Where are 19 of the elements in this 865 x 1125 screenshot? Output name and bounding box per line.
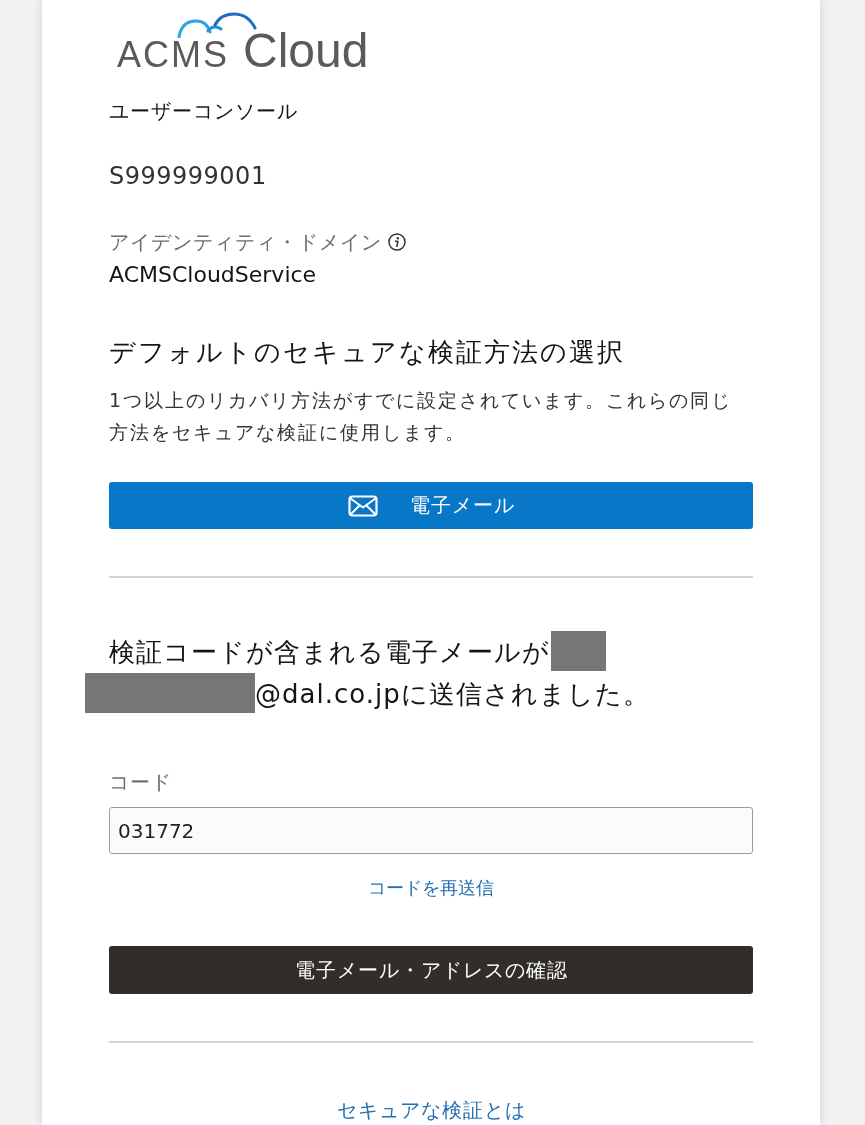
- code-input[interactable]: 031772: [109, 807, 753, 854]
- section-description: 1つ以上のリカバリ方法がすでに設定されています。これらの同じ方法をセキュアな検証に使用します。: [109, 388, 734, 445]
- logo-text: ACMS: [117, 37, 229, 73]
- redaction-block: [551, 631, 606, 671]
- account-id: S999999001: [109, 161, 268, 192]
- section-heading: デフォルトのセキュアな検証方法の選択: [109, 336, 626, 369]
- email-method-button[interactable]: 電子メール: [109, 482, 753, 529]
- console-title: ユーザーコンソール: [109, 98, 299, 125]
- envelope-icon: [347, 494, 378, 517]
- message-text: 検証コードが含まれる電子メールが: [109, 637, 550, 667]
- logo-text: Cloud: [243, 27, 369, 75]
- help-link[interactable]: セキュアな検証とは: [336, 1098, 526, 1122]
- message-text: @dal.co.jpに送信されました。: [255, 679, 650, 709]
- info-icon[interactable]: [388, 233, 406, 251]
- code-label: コード: [109, 769, 173, 796]
- resend-code-link[interactable]: コードを再送信: [368, 877, 494, 898]
- identity-domain-value: ACMSCloudService: [109, 261, 318, 289]
- identity-domain-label: アイデンティティ・ドメイン: [109, 229, 382, 256]
- confirm-email-button[interactable]: 電子メール・アドレスの確認: [109, 946, 753, 994]
